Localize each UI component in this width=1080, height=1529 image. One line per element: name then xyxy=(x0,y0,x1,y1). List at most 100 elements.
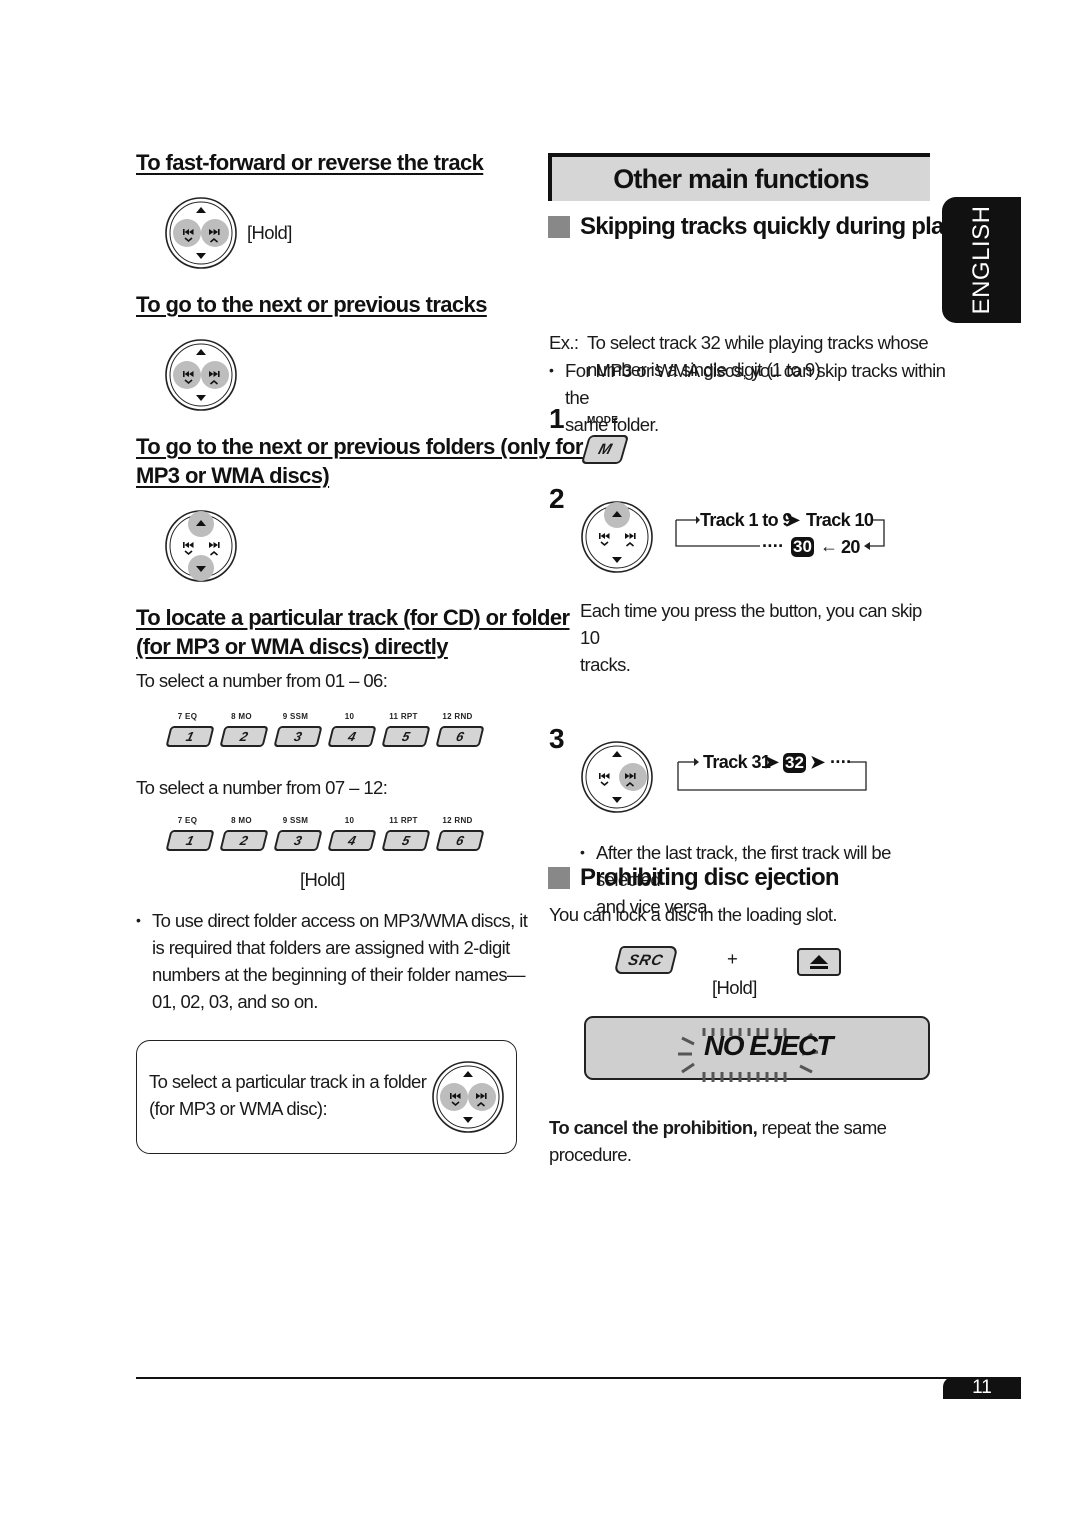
flow-badge-30: 30 xyxy=(791,537,814,557)
skip-section-heading: Skipping tracks quickly during play xyxy=(548,213,957,241)
flow-20: 20 xyxy=(841,537,860,557)
preset-caption: 11 RPT xyxy=(389,816,418,825)
step-number: 1 xyxy=(549,403,565,434)
preset-buttons-row-1: 7 EQ 1 8 MO 2 9 SSM 3 10 4 11 RPT 5 12 RND 6 xyxy=(165,712,485,747)
desc-line: Each time you press the button, you can … xyxy=(580,600,922,648)
preset-caption: 8 MO xyxy=(231,712,252,721)
control-pad-lr-highlight-icon xyxy=(165,339,237,411)
preset-button-4[interactable]: 10 4 xyxy=(327,712,377,747)
cancel-line2: procedure. xyxy=(549,1144,632,1165)
step2-description: Each time you press the button, you can … xyxy=(580,597,935,678)
preset-number: 5 xyxy=(400,833,412,848)
preset-number: 6 xyxy=(454,729,466,744)
preset-caption: 9 SSM xyxy=(282,816,309,825)
preset-number: 4 xyxy=(346,833,358,848)
preset-number: 3 xyxy=(292,729,304,744)
mode-button[interactable]: M xyxy=(580,435,630,464)
desc-line: tracks. xyxy=(580,654,631,675)
preset-button-2[interactable]: 8 MO 2 xyxy=(219,816,269,851)
eject-icon xyxy=(810,955,828,969)
src-button-label: SRC xyxy=(626,951,666,969)
control-pad-lr-highlight-icon xyxy=(432,1061,504,1133)
preset-button-5[interactable]: 11 RPT 5 xyxy=(381,816,431,851)
cancel-note: To cancel the prohibition, repeat the sa… xyxy=(549,1114,934,1168)
heading-fast-forward-reverse: To fast-forward or reverse the track xyxy=(136,150,484,175)
preset-caption: 11 RPT xyxy=(389,712,418,721)
control-pad-up-highlight-icon xyxy=(581,501,653,573)
flow-track-10: Track 10 xyxy=(806,510,874,530)
flow-track-31: Track 31 xyxy=(703,752,771,772)
language-label: ENGLISH xyxy=(967,205,995,315)
preset-number: 3 xyxy=(292,833,304,848)
example-line: To select track 32 while playing tracks … xyxy=(587,332,929,353)
example-line: number is a single digit (1 to 9) xyxy=(587,359,821,380)
badge-text: 30 xyxy=(791,537,814,557)
heading-next-prev-tracks: To go to the next or previous tracks xyxy=(136,292,487,317)
eject-intro: You can lock a disc in the loading slot. xyxy=(549,904,838,925)
note-line: numbers at the beginning of their folder… xyxy=(152,964,525,985)
preset-button-4[interactable]: 10 4 xyxy=(327,816,377,851)
cancel-bold: To cancel the prohibition, xyxy=(549,1117,758,1138)
folder-access-note: To use direct folder access on MP3/WMA d… xyxy=(136,907,532,1015)
folder-track-box: To select a particular track in a folder… xyxy=(136,1040,517,1154)
hold-label: [Hold] xyxy=(712,977,757,998)
preset-button-3[interactable]: 9 SSM 3 xyxy=(273,712,323,747)
heading-line: To go to the next or previous folders (o… xyxy=(136,434,583,459)
preset-caption: 9 SSM xyxy=(282,712,309,721)
flow-arrow-icon: ➤ xyxy=(810,752,825,772)
lcd-display: NO EJECT xyxy=(584,1016,930,1082)
heading-line: To locate a particular track (for CD) or… xyxy=(136,605,570,630)
preset-caption: 10 xyxy=(344,712,355,721)
folder-box-text: To select a particular track in a folder… xyxy=(149,1068,427,1122)
preset-button-5[interactable]: 11 RPT 5 xyxy=(381,712,431,747)
mode-button-label: M xyxy=(596,441,614,458)
range2-label: To select a number from 07 – 12: xyxy=(136,777,388,798)
heading-line: MP3 or WMA discs) xyxy=(136,463,330,488)
flow-track-1-9: Track 1 to 9 xyxy=(700,510,792,530)
preset-number: 6 xyxy=(454,833,466,848)
example-label: Ex.: xyxy=(549,332,579,353)
preset-number: 4 xyxy=(346,729,358,744)
box-line: (for MP3 or WMA disc): xyxy=(149,1098,328,1119)
preset-caption: 8 MO xyxy=(231,816,252,825)
hold-label: [Hold] xyxy=(247,222,292,243)
eject-section-heading: Prohibiting disc ejection xyxy=(548,864,840,892)
preset-button-1[interactable]: 7 EQ 1 xyxy=(165,816,215,851)
eject-button[interactable] xyxy=(797,948,841,976)
preset-button-1[interactable]: 7 EQ 1 xyxy=(165,712,215,747)
preset-number: 1 xyxy=(184,729,196,744)
preset-button-2[interactable]: 8 MO 2 xyxy=(219,712,269,747)
preset-caption: 7 EQ xyxy=(177,816,198,825)
preset-number: 5 xyxy=(400,729,412,744)
bullet-line: same folder. xyxy=(565,414,659,435)
step-number: 2 xyxy=(549,483,565,514)
preset-buttons-row-2: 7 EQ 1 8 MO 2 9 SSM 3 10 4 11 RPT 5 12 RND 6 xyxy=(165,816,485,851)
control-pad-right-highlight-icon xyxy=(581,741,653,813)
preset-button-6[interactable]: 12 RND 6 xyxy=(435,816,485,851)
preset-number: 2 xyxy=(238,833,250,848)
preset-number: 2 xyxy=(238,729,250,744)
lcd-text: NO EJECT xyxy=(704,1030,834,1061)
flow-arrow-left-icon: ← xyxy=(820,536,838,556)
flow-dots: ···· xyxy=(830,752,852,772)
preset-number: 1 xyxy=(184,833,196,848)
flow-arrow-icon: ➤ xyxy=(785,510,800,530)
note-line: 01, 02, 03, and so on. xyxy=(152,991,318,1012)
section-header: Other main functions xyxy=(548,153,930,201)
src-button[interactable]: SRC xyxy=(613,946,679,974)
footer-rule xyxy=(136,1377,1021,1379)
heading-next-prev-folders: To go to the next or previous folders (o… xyxy=(136,432,583,490)
mode-caption: MODE xyxy=(587,415,619,426)
box-line: To select a particular track in a folder xyxy=(149,1071,427,1092)
range1-label: To select a number from 01 – 06: xyxy=(136,670,388,691)
eject-title: Prohibiting disc ejection xyxy=(580,864,840,891)
control-pad-lr-highlight-icon xyxy=(165,197,237,269)
preset-button-3[interactable]: 9 SSM 3 xyxy=(273,816,323,851)
section-square-icon xyxy=(548,216,570,238)
flow-dots: ···· xyxy=(762,536,784,556)
preset-button-6[interactable]: 12 RND 6 xyxy=(435,712,485,747)
preset-caption: 12 RND xyxy=(442,712,473,721)
preset-caption: 10 xyxy=(344,816,355,825)
skip-title: Skipping tracks quickly during play xyxy=(580,213,957,240)
flow-arrow-icon: ➤ xyxy=(764,752,779,772)
